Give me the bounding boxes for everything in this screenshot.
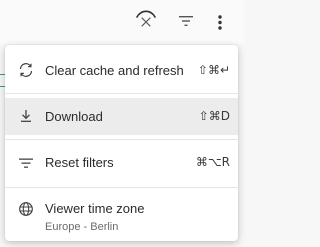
refresh-icon <box>19 63 33 77</box>
menu-item-clear-cache[interactable]: Clear cache and refresh ⇧⌘↵ <box>5 52 238 88</box>
keyboard-shortcut: ⌘⌥R <box>195 155 230 169</box>
divider <box>5 187 238 188</box>
more-vert-icon[interactable] <box>212 13 228 31</box>
divider <box>5 139 238 140</box>
menu-item-reset-filters[interactable]: Reset filters ⌘⌥R <box>5 145 238 181</box>
menu-item-label: Viewer time zone <box>45 201 145 216</box>
menu-item-label: Reset filters <box>45 155 114 170</box>
menu-item-label: Download <box>45 109 103 124</box>
dropdown-menu: Clear cache and refresh ⇧⌘↵ Download ⇧⌘D… <box>5 45 238 241</box>
divider <box>5 93 238 94</box>
filter-icon[interactable] <box>178 14 194 28</box>
download-icon <box>21 110 31 122</box>
menu-item-download[interactable]: Download ⇧⌘D <box>5 98 238 135</box>
keyboard-shortcut: ⇧⌘D <box>198 109 230 123</box>
loading-spinner-icon <box>136 10 156 27</box>
time-zone-value: Europe - Berlin <box>45 221 119 233</box>
keyboard-shortcut: ⇧⌘↵ <box>197 63 230 77</box>
toolbar <box>0 0 244 44</box>
menu-item-label: Clear cache and refresh <box>45 63 184 78</box>
menu-item-viewer-time-zone[interactable]: Viewer time zone Europe - Berlin <box>5 193 238 239</box>
filter-lines-icon <box>19 158 33 168</box>
globe-icon <box>19 202 33 216</box>
